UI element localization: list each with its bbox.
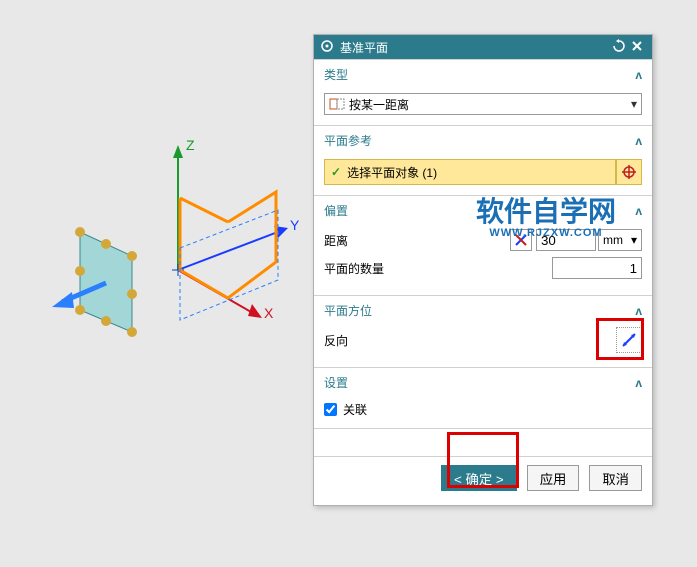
axis-y-label: Y: [290, 217, 300, 233]
dialog-title: 基准平面: [340, 39, 610, 56]
chevron-up-icon: ʌ: [635, 376, 642, 390]
button-bar: < 确定 > 应用 取消: [314, 456, 652, 505]
spacer: [314, 428, 652, 456]
measure-button[interactable]: [510, 229, 532, 251]
gear-icon: [320, 39, 334, 56]
select-target-button[interactable]: [616, 159, 642, 185]
ok-button[interactable]: < 确定 >: [441, 465, 517, 491]
distance-input[interactable]: [536, 229, 596, 251]
reverse-label: 反向: [324, 332, 404, 349]
chevron-up-icon: ʌ: [635, 134, 642, 148]
chevron-down-icon: ▾: [631, 233, 637, 247]
check-icon: ✓: [331, 165, 341, 179]
section-orient-header[interactable]: 平面方位 ʌ: [314, 296, 652, 325]
cancel-button[interactable]: 取消: [589, 465, 642, 491]
section-type-header[interactable]: 类型 ʌ: [314, 60, 652, 89]
section-ref-header[interactable]: 平面参考 ʌ: [314, 126, 652, 155]
associative-label: 关联: [343, 401, 367, 418]
chevron-up-icon: ʌ: [635, 304, 642, 318]
chevron-up-icon: ʌ: [635, 204, 642, 218]
section-settings-header[interactable]: 设置 ʌ: [314, 368, 652, 397]
reverse-direction-button[interactable]: [616, 327, 642, 353]
section-offset-header[interactable]: 偏置 ʌ: [314, 196, 652, 225]
chevron-down-icon: ▾: [631, 97, 637, 111]
axis-z-label: Z: [186, 137, 195, 153]
distance-plane-icon: [329, 96, 345, 112]
axis-x-label: X: [264, 305, 274, 321]
close-icon[interactable]: [628, 40, 646, 55]
apply-button[interactable]: 应用: [527, 465, 580, 491]
count-label: 平面的数量: [324, 260, 404, 277]
count-input[interactable]: [552, 257, 642, 279]
distance-label: 距离: [324, 232, 404, 249]
reset-icon[interactable]: [610, 39, 628, 56]
plane-selection-field[interactable]: ✓ 选择平面对象 (1): [324, 159, 616, 185]
type-dropdown[interactable]: 按某一距离 ▾: [324, 93, 642, 115]
selection-text: 选择平面对象 (1): [347, 164, 437, 181]
unit-dropdown[interactable]: mm ▾: [598, 229, 642, 251]
chevron-up-icon: ʌ: [635, 68, 642, 82]
dialog-titlebar[interactable]: 基准平面: [314, 35, 652, 59]
associative-checkbox[interactable]: [324, 403, 337, 416]
datum-plane-dialog: 基准平面 类型 ʌ 按某一距离 ▾ 平面参考 ʌ: [313, 34, 653, 506]
